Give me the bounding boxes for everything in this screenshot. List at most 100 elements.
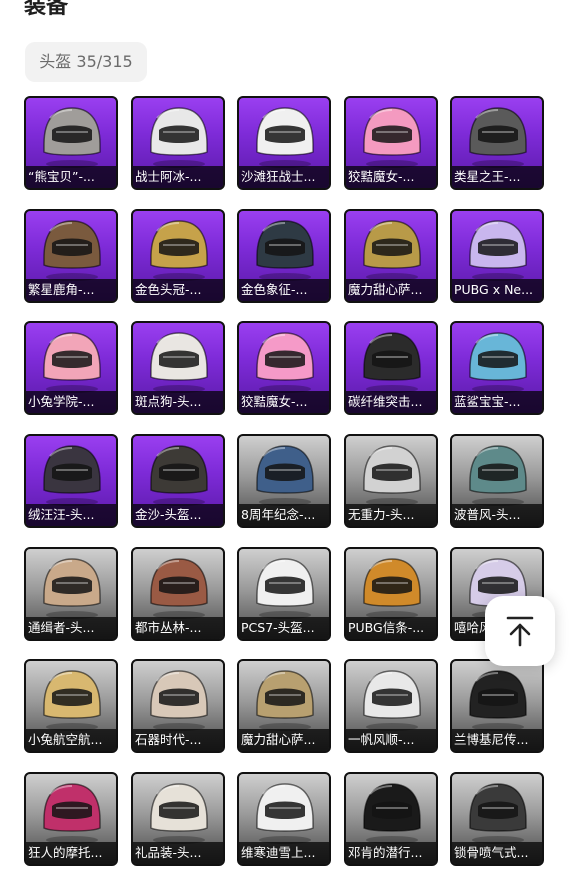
helmet-card[interactable]: 类星之王-... xyxy=(450,96,544,190)
helmet-name: 邓肯的潜行... xyxy=(346,842,436,864)
helmet-icon xyxy=(43,332,101,393)
helmet-name: 金色象征-... xyxy=(239,279,329,301)
helmet-card[interactable]: 礼品装-头... xyxy=(131,772,225,866)
helmet-name: 战士阿冰-... xyxy=(133,166,223,188)
helmet-card[interactable]: 兰博基尼传... xyxy=(450,659,544,753)
helmet-name: 沙滩狂战士... xyxy=(239,166,329,188)
helmet-card[interactable]: 沙滩狂战士... xyxy=(237,96,331,190)
helmet-icon xyxy=(256,107,314,168)
helmet-card[interactable]: 8周年纪念-... xyxy=(237,434,331,528)
helmet-name: 礼品装-头... xyxy=(133,842,223,864)
helmet-card[interactable]: 一帆风顺-... xyxy=(344,659,438,753)
helmet-icon xyxy=(363,332,421,393)
helmet-name: 小兔航空航... xyxy=(26,729,116,751)
helmet-name: 狂人的摩托... xyxy=(26,842,116,864)
helmet-card[interactable]: PUBG信条-... xyxy=(344,547,438,641)
helmet-name: 碳纤维突击... xyxy=(346,391,436,413)
helmet-icon xyxy=(43,445,101,506)
helmet-icon xyxy=(256,445,314,506)
helmet-name: 金沙-头盔... xyxy=(133,504,223,526)
helmet-name: 兰博基尼传... xyxy=(452,729,542,751)
helmet-icon xyxy=(150,107,208,168)
helmet-icon xyxy=(256,332,314,393)
helmet-name: PUBG信条-... xyxy=(346,617,436,639)
page-title: 装备 xyxy=(24,0,69,19)
helmet-name: 类星之王-... xyxy=(452,166,542,188)
helmet-icon xyxy=(469,107,527,168)
helmet-icon xyxy=(43,220,101,281)
helmet-icon xyxy=(363,220,421,281)
helmet-icon xyxy=(150,783,208,844)
helmet-icon xyxy=(43,107,101,168)
helmet-card[interactable]: PUBG x Ne... xyxy=(450,209,544,303)
helmet-icon xyxy=(363,107,421,168)
arrow-up-to-line-icon xyxy=(506,616,534,647)
helmet-icon xyxy=(150,332,208,393)
helmet-icon xyxy=(256,558,314,619)
helmet-name: 维寒迪雪上... xyxy=(239,842,329,864)
helmet-card[interactable]: 锁骨喷气式... xyxy=(450,772,544,866)
helmet-card[interactable]: 维寒迪雪上... xyxy=(237,772,331,866)
helmet-icon xyxy=(363,783,421,844)
helmet-name: 繁星鹿角-... xyxy=(26,279,116,301)
helmet-icon xyxy=(469,783,527,844)
helmet-filter-chip[interactable]: 头盔 35/315 xyxy=(25,42,147,82)
helmet-name: 狡黠魔女-... xyxy=(239,391,329,413)
helmet-icon xyxy=(43,783,101,844)
helmet-icon xyxy=(150,445,208,506)
helmet-card[interactable]: 金色头冠-... xyxy=(131,209,225,303)
helmet-card[interactable]: 狡黠魔女-... xyxy=(344,96,438,190)
helmet-name: 都市丛林-... xyxy=(133,617,223,639)
helmet-icon xyxy=(256,220,314,281)
helmet-icon xyxy=(469,445,527,506)
helmet-card[interactable]: PCS7-头盔... xyxy=(237,547,331,641)
helmet-name: 小兔学院-... xyxy=(26,391,116,413)
helmet-card[interactable]: 金色象征-... xyxy=(237,209,331,303)
helmet-card[interactable]: 斑点狗-头... xyxy=(131,321,225,415)
helmet-card[interactable]: 绒汪汪-头... xyxy=(24,434,118,528)
helmet-card[interactable]: “熊宝贝”-... xyxy=(24,96,118,190)
helmet-name: 金色头冠-... xyxy=(133,279,223,301)
helmet-name: 魔力甜心萨... xyxy=(239,729,329,751)
helmet-card[interactable]: 波普风-头... xyxy=(450,434,544,528)
helmet-icon xyxy=(256,783,314,844)
helmet-name: 8周年纪念-... xyxy=(239,504,329,526)
helmet-icon xyxy=(363,445,421,506)
helmet-icon xyxy=(43,558,101,619)
helmet-name: 狡黠魔女-... xyxy=(346,166,436,188)
helmet-name: 魔力甜心萨... xyxy=(346,279,436,301)
helmet-card[interactable]: 战士阿冰-... xyxy=(131,96,225,190)
helmet-icon xyxy=(363,558,421,619)
helmet-card[interactable]: 魔力甜心萨... xyxy=(237,659,331,753)
helmet-name: 通缉者-头... xyxy=(26,617,116,639)
helmet-name: 石器时代-... xyxy=(133,729,223,751)
helmet-name: 蓝鲨宝宝-... xyxy=(452,391,542,413)
helmet-icon xyxy=(256,670,314,731)
helmet-card[interactable]: 小兔航空航... xyxy=(24,659,118,753)
helmet-card[interactable]: 石器时代-... xyxy=(131,659,225,753)
helmet-name: 斑点狗-头... xyxy=(133,391,223,413)
helmet-name: PCS7-头盔... xyxy=(239,617,329,639)
helmet-card[interactable]: 狂人的摩托... xyxy=(24,772,118,866)
helmet-card[interactable]: 金沙-头盔... xyxy=(131,434,225,528)
helmet-card[interactable]: 通缉者-头... xyxy=(24,547,118,641)
back-to-top-button[interactable] xyxy=(485,596,555,666)
helmet-name: 绒汪汪-头... xyxy=(26,504,116,526)
helmet-icon xyxy=(469,670,527,731)
helmet-card[interactable]: 碳纤维突击... xyxy=(344,321,438,415)
helmet-card[interactable]: 魔力甜心萨... xyxy=(344,209,438,303)
helmet-card[interactable]: 繁星鹿角-... xyxy=(24,209,118,303)
helmet-card[interactable]: 无重力-头... xyxy=(344,434,438,528)
helmet-icon xyxy=(150,220,208,281)
helmet-name: 锁骨喷气式... xyxy=(452,842,542,864)
helmet-name: 波普风-头... xyxy=(452,504,542,526)
helmet-icon xyxy=(363,670,421,731)
helmet-icon xyxy=(150,670,208,731)
helmet-card[interactable]: 邓肯的潜行... xyxy=(344,772,438,866)
helmet-card[interactable]: 都市丛林-... xyxy=(131,547,225,641)
helmet-icon xyxy=(43,670,101,731)
helmet-card[interactable]: 蓝鲨宝宝-... xyxy=(450,321,544,415)
helmet-card[interactable]: 狡黠魔女-... xyxy=(237,321,331,415)
helmet-card[interactable]: 小兔学院-... xyxy=(24,321,118,415)
helmet-name: 一帆风顺-... xyxy=(346,729,436,751)
